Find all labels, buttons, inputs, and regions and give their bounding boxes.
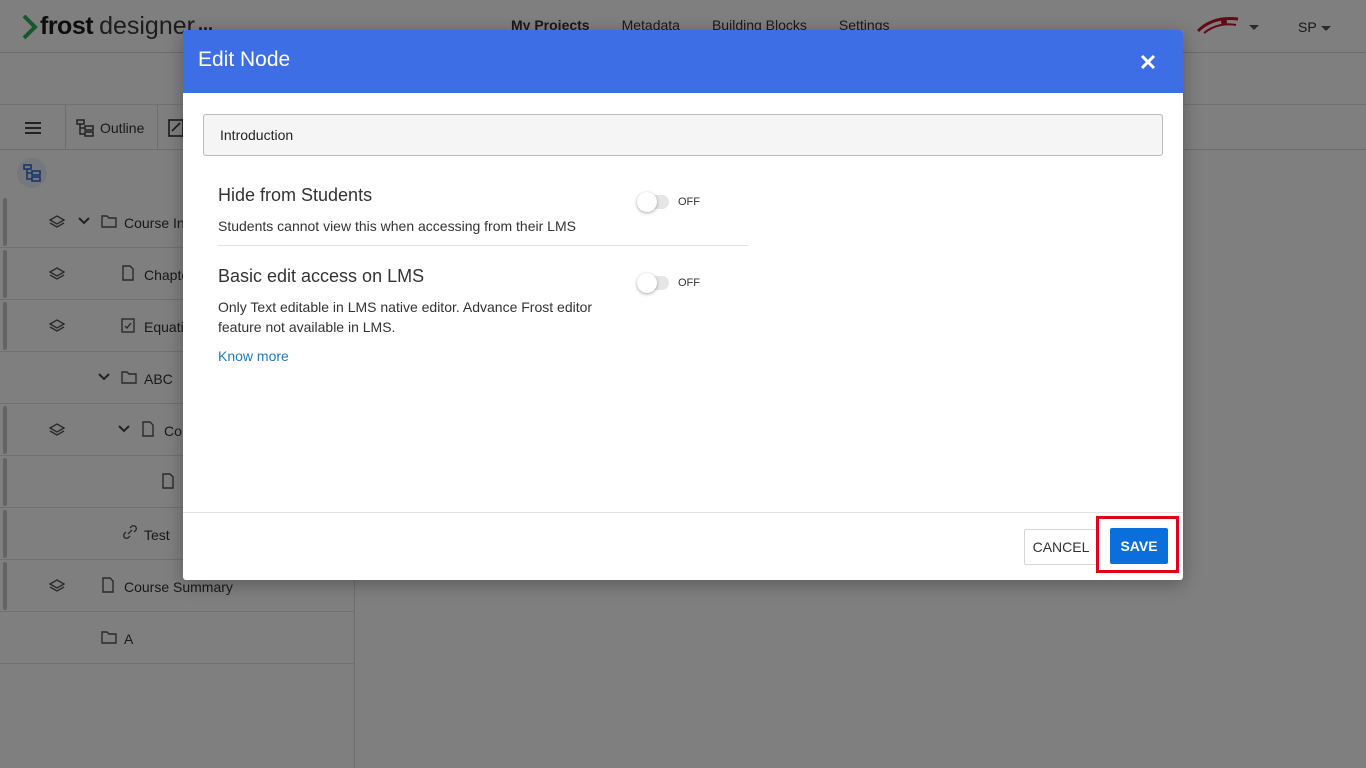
know-more-link[interactable]: Know more bbox=[218, 348, 289, 364]
hide-from-students-toggle[interactable] bbox=[637, 192, 669, 212]
basic-edit-access-toggle[interactable] bbox=[637, 273, 669, 293]
dialog-header: Edit Node bbox=[183, 30, 1183, 93]
basic-edit-access-description: Only Text editable in LMS native editor.… bbox=[218, 299, 593, 335]
close-button[interactable] bbox=[1136, 50, 1160, 74]
cancel-button[interactable]: CANCEL bbox=[1024, 529, 1098, 565]
dialog-title: Edit Node bbox=[198, 48, 291, 71]
options-divider bbox=[218, 245, 748, 246]
hide-from-students-title: Hide from Students bbox=[218, 185, 373, 205]
basic-edit-access-title: Basic edit access on LMS bbox=[218, 266, 425, 286]
save-button-highlight bbox=[1096, 516, 1179, 573]
close-icon bbox=[1140, 54, 1156, 70]
node-name-input[interactable] bbox=[203, 114, 1163, 156]
basic-edit-access-state: OFF bbox=[678, 277, 700, 289]
dialog-footer: CANCEL SAVE bbox=[183, 512, 1183, 580]
toggle-knob bbox=[637, 192, 657, 212]
hide-from-students-state: OFF bbox=[678, 196, 700, 208]
toggle-knob bbox=[637, 273, 657, 293]
edit-node-dialog: Edit Node Hide from Students OFF Student… bbox=[183, 30, 1183, 580]
hide-from-students-description: Students cannot view this when accessing… bbox=[218, 218, 576, 234]
